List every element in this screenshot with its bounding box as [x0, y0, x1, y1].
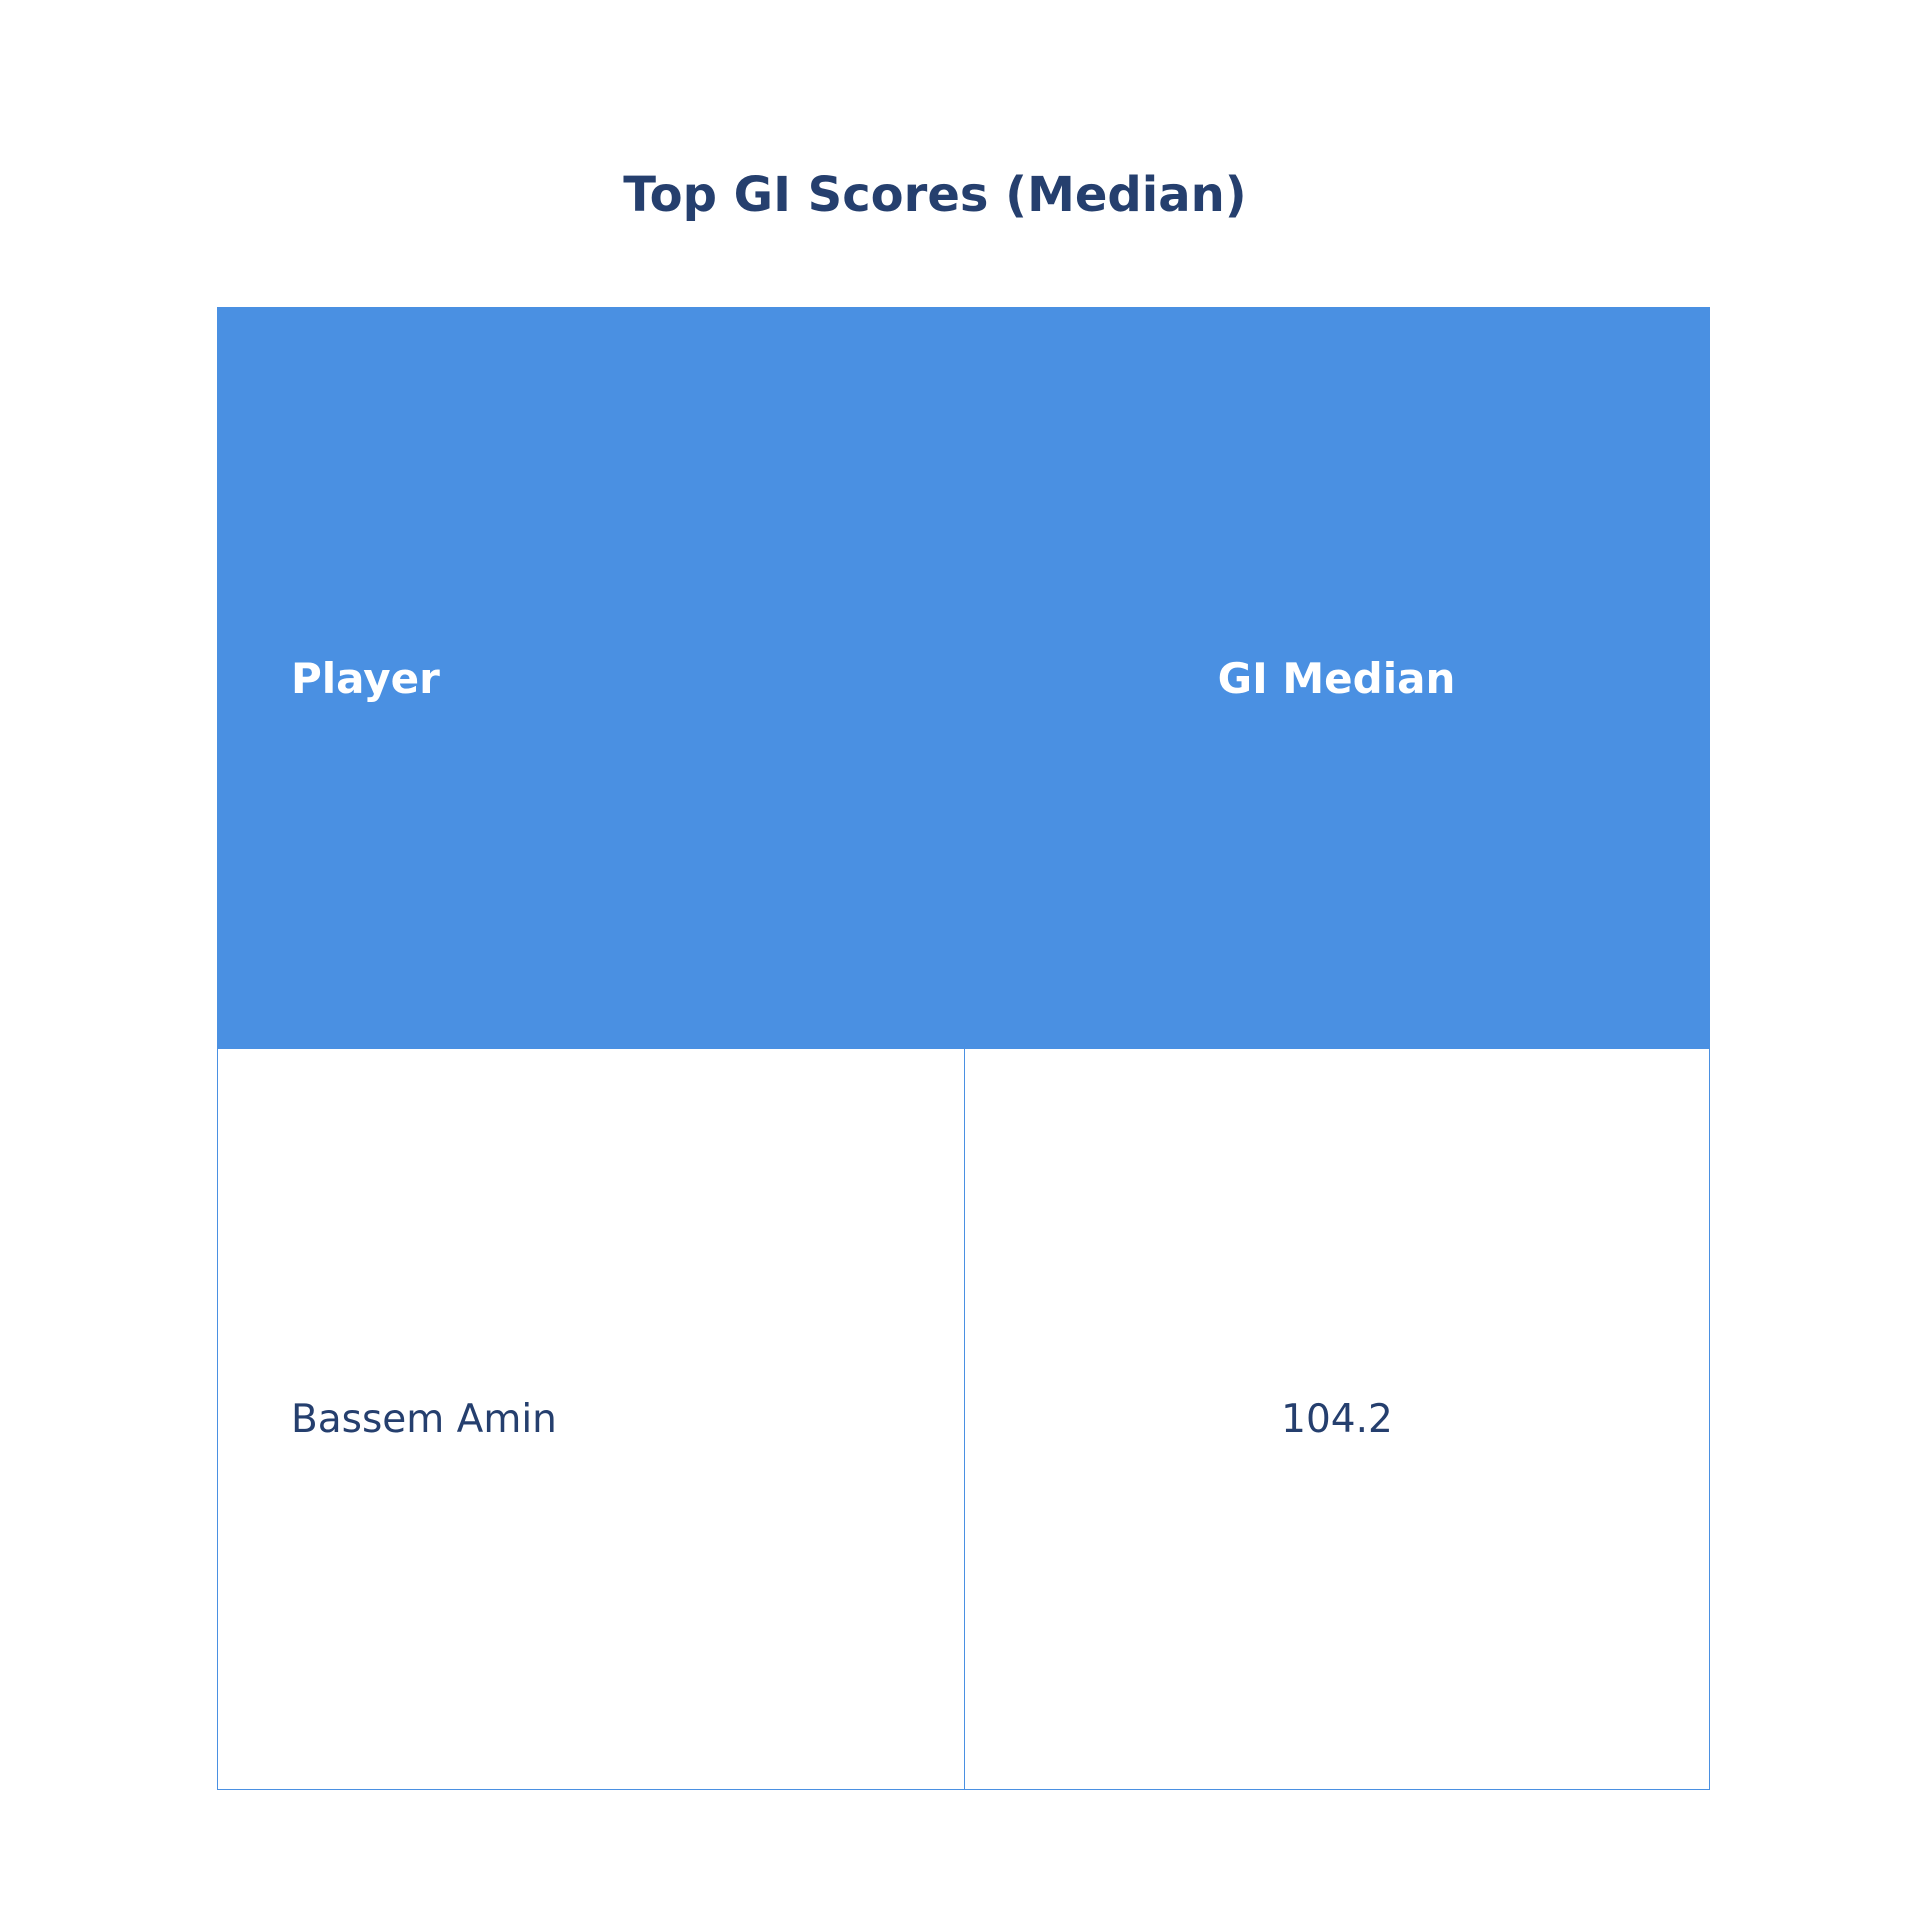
cell-gi-median-value: 104.2	[964, 1049, 1709, 1789]
gi-scores-table: Player GI Median Bassem Amin 104.2	[217, 307, 1710, 1790]
cell-player-name: Bassem Amin	[291, 1396, 557, 1442]
table-row: Bassem Amin 104.2	[218, 1049, 1709, 1789]
header-cell-player: Player	[291, 654, 440, 703]
chart-title: Top GI Scores (Median)	[623, 167, 1247, 223]
table-header-row: Player GI Median	[218, 308, 1709, 1049]
header-cell-gi-median: GI Median	[1217, 654, 1456, 703]
